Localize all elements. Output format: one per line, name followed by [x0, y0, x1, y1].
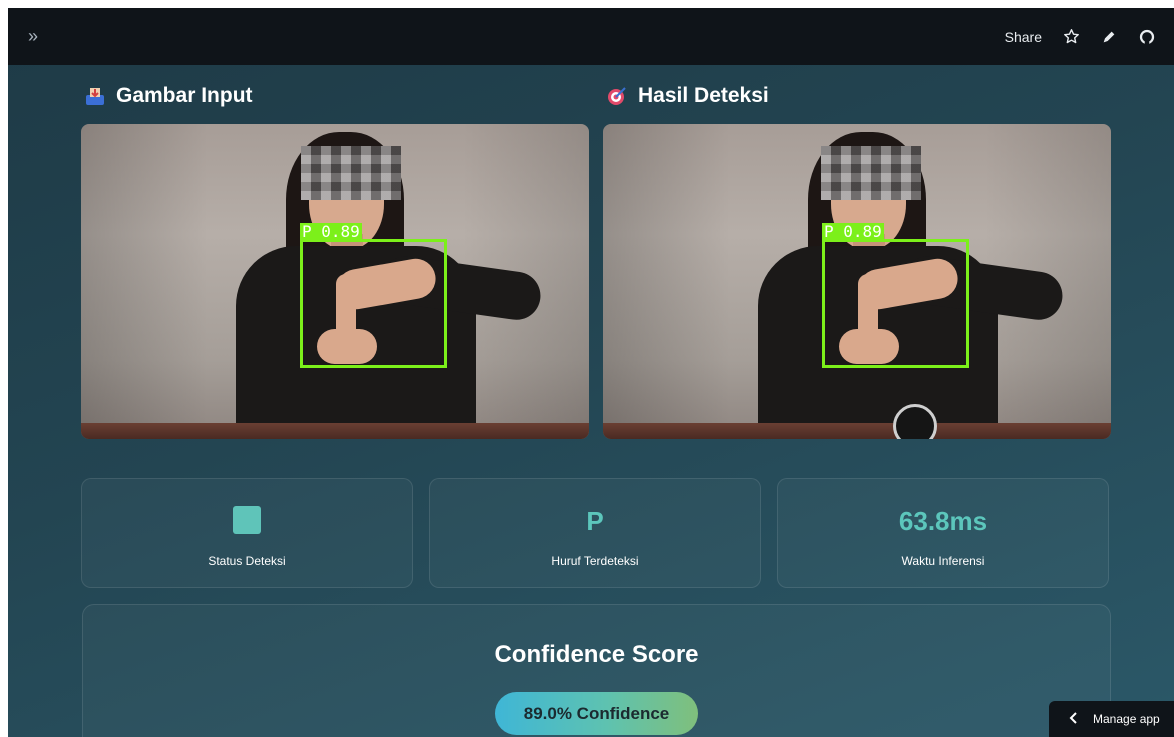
toolbar-actions: Share — [1005, 28, 1156, 46]
app-frame: » Share Gambar Input Hasil Deteksi P 0.8… — [8, 8, 1174, 737]
chevrons-right-icon[interactable]: » — [28, 26, 38, 47]
github-icon[interactable] — [1138, 28, 1156, 46]
manage-app-label: Manage app — [1093, 712, 1160, 726]
face-blur — [301, 146, 401, 200]
detection-label: P 0.89 — [822, 222, 884, 241]
status-indicator — [233, 506, 261, 534]
confidence-title: Confidence Score — [494, 641, 699, 668]
target-dart-icon — [606, 85, 628, 107]
letter-card: P Huruf Terdeteksi — [429, 478, 761, 588]
share-button[interactable]: Share — [1005, 29, 1042, 45]
inference-time: 63.8ms — [898, 506, 988, 536]
input-image: P 0.89 — [81, 124, 589, 439]
detection-box — [300, 239, 447, 368]
top-toolbar: » Share — [8, 8, 1174, 65]
detected-letter: P — [586, 506, 604, 536]
inbox-tray-icon — [84, 85, 106, 107]
letter-caption: Huruf Terdeteksi — [551, 554, 639, 568]
detection-box — [822, 239, 969, 368]
status-card: Status Deteksi — [81, 478, 413, 588]
manage-app-button[interactable]: Manage app — [1049, 701, 1174, 737]
confidence-card: Confidence Score 89.0% Confidence — [82, 604, 1111, 737]
result-image: P 0.89 — [603, 124, 1111, 439]
status-caption: Status Deteksi — [208, 554, 286, 568]
result-title-text: Hasil Deteksi — [638, 84, 769, 107]
star-icon[interactable] — [1062, 28, 1080, 46]
inference-caption: Waktu Inferensi — [901, 554, 985, 568]
inference-time-card: 63.8ms Waktu Inferensi — [777, 478, 1109, 588]
pencil-icon[interactable] — [1100, 28, 1118, 46]
face-blur — [821, 146, 921, 200]
detection-label: P 0.89 — [300, 222, 362, 241]
confidence-badge: 89.0% Confidence — [495, 692, 698, 735]
input-section-title: Gambar Input — [84, 84, 253, 108]
input-title-text: Gambar Input — [116, 84, 253, 107]
result-section-title: Hasil Deteksi — [606, 84, 769, 108]
chevron-left-icon — [1069, 711, 1079, 727]
